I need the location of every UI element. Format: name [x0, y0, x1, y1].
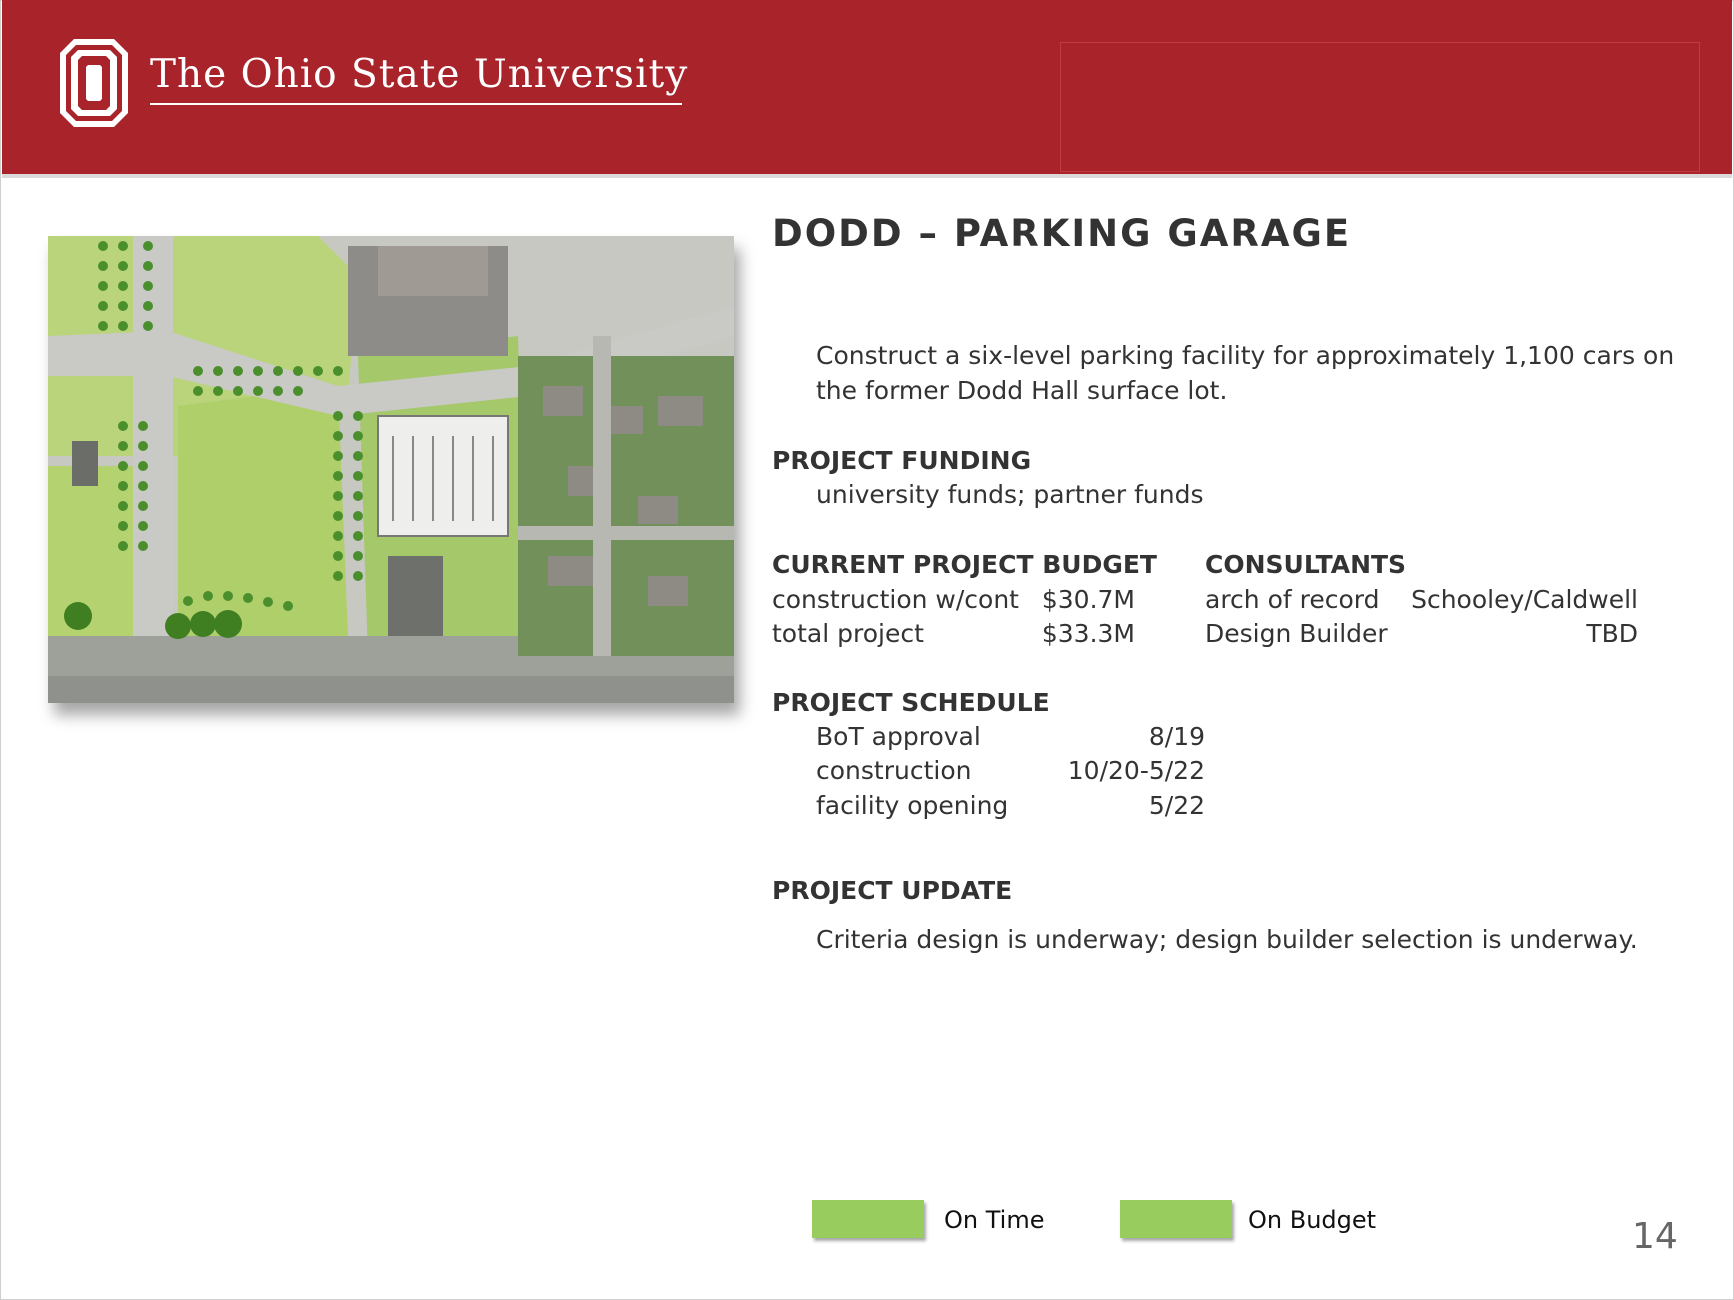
on-time-status-swatch — [812, 1200, 924, 1238]
aerial-site-map-icon — [48, 236, 734, 703]
consultant-row-value: TBD — [1586, 619, 1638, 648]
page-number: 14 — [1632, 1216, 1678, 1257]
schedule-row-value: 5/22 — [1148, 791, 1205, 820]
consultants-heading: CONSULTANTS — [1205, 550, 1407, 579]
schedule-row-value: 8/19 — [1148, 722, 1205, 751]
on-budget-status-swatch — [1120, 1200, 1232, 1238]
funding-text: university funds; partner funds — [816, 480, 1204, 509]
consultant-row-value: Schooley/Caldwell — [1411, 585, 1638, 614]
on-budget-label: On Budget — [1248, 1206, 1377, 1234]
university-wordmark: The Ohio State University — [150, 52, 688, 97]
schedule-row-value: 10/20-5/22 — [1067, 756, 1205, 785]
on-time-label: On Time — [944, 1206, 1045, 1234]
university-name: The Ohio State University — [150, 52, 689, 97]
budget-row-value: $30.7M — [1041, 585, 1135, 614]
update-heading: PROJECT UPDATE — [772, 876, 1013, 905]
budget-heading: CURRENT PROJECT BUDGET — [772, 550, 1157, 579]
block-o-logo-icon — [60, 39, 128, 127]
schedule-row-label: construction — [816, 756, 972, 785]
schedule-heading: PROJECT SCHEDULE — [772, 688, 1050, 717]
budget-row-label: construction w/cont — [772, 585, 1019, 614]
schedule-row-label: facility opening — [816, 791, 1009, 820]
consultant-row-label: arch of record — [1205, 585, 1380, 614]
header-shadow — [2, 174, 1732, 178]
wordmark-underline — [150, 103, 682, 105]
project-description: Construct a six-level parking facility f… — [816, 341, 1675, 405]
page-title: DODD – PARKING GARAGE — [772, 212, 1352, 255]
consultant-row-label: Design Builder — [1205, 619, 1388, 648]
update-text: Criteria design is underway; design buil… — [816, 925, 1638, 954]
funding-heading: PROJECT FUNDING — [772, 446, 1032, 475]
header-placeholder-box — [1060, 42, 1700, 172]
budget-row-label: total project — [772, 619, 924, 648]
budget-row-value: $33.3M — [1041, 619, 1135, 648]
schedule-row-label: BoT approval — [816, 722, 981, 751]
